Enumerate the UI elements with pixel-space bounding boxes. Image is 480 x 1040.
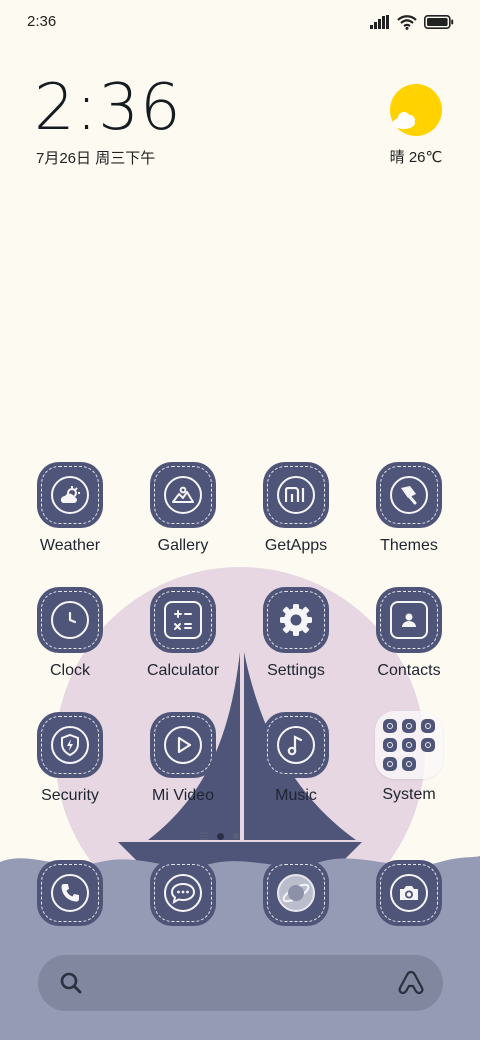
contacts-book-icon xyxy=(390,601,428,639)
app-label: Themes xyxy=(380,537,438,554)
folder-tile xyxy=(375,711,443,779)
page-dot-active xyxy=(217,832,224,840)
mini-app-icon xyxy=(421,719,435,733)
app-icon-tile xyxy=(37,587,103,653)
sunny-cloud-icon xyxy=(390,84,442,136)
mi-logo-icon xyxy=(277,476,315,514)
gear-icon xyxy=(277,601,315,639)
app-label: Calculator xyxy=(146,662,220,679)
clock-widget-time[interactable]: 2:36 xyxy=(34,76,182,140)
app-settings[interactable]: Settings xyxy=(240,587,352,687)
camera-icon xyxy=(390,874,428,912)
dock-browser[interactable] xyxy=(240,860,352,926)
app-icon-tile xyxy=(376,860,442,926)
app-weather[interactable]: Weather xyxy=(14,462,126,562)
app-icon-tile xyxy=(37,860,103,926)
app-gallery[interactable]: Gallery xyxy=(127,462,239,562)
app-icon-tile xyxy=(150,860,216,926)
app-label: GetApps xyxy=(264,537,328,554)
app-label: Gallery xyxy=(157,537,209,554)
assistant-icon[interactable] xyxy=(397,969,425,997)
weather-summary: 晴 26℃ xyxy=(384,146,448,167)
app-clock[interactable]: Clock xyxy=(14,587,126,687)
app-drawer-lines-icon xyxy=(200,832,208,840)
planet-icon xyxy=(277,874,315,912)
mini-app-icon xyxy=(402,719,416,733)
mini-app-icon xyxy=(383,738,397,752)
app-icon-tile xyxy=(263,712,329,778)
app-label: Music xyxy=(275,787,317,804)
weather-temperature: 26℃ xyxy=(408,149,443,166)
mini-app-icon xyxy=(402,757,416,771)
app-mi-video[interactable]: Mi Video xyxy=(127,712,239,812)
app-themes[interactable]: Themes xyxy=(353,462,465,562)
signal-icon xyxy=(370,15,389,29)
status-bar: 2:36 xyxy=(0,0,480,42)
app-label: Clock xyxy=(49,662,90,679)
app-icon-tile xyxy=(263,462,329,528)
app-label: Settings xyxy=(267,662,325,679)
dock-camera[interactable] xyxy=(353,860,465,926)
gallery-icon xyxy=(164,476,202,514)
calculator-icon xyxy=(164,601,202,639)
search-icon xyxy=(60,972,82,994)
app-icon-tile xyxy=(150,462,216,528)
app-icon-tile xyxy=(150,712,216,778)
dock-messages[interactable] xyxy=(127,860,239,926)
weather-condition: 晴 xyxy=(389,149,405,166)
search-bar[interactable] xyxy=(38,955,443,1011)
app-security[interactable]: Security xyxy=(14,712,126,812)
page-dot xyxy=(233,833,239,839)
clock-widget-date[interactable]: 7月26日 周三下午 xyxy=(36,147,155,168)
weather-widget[interactable]: 晴 26℃ xyxy=(384,84,448,167)
app-music[interactable]: Music xyxy=(240,712,352,812)
page-indicator[interactable] xyxy=(200,830,250,842)
mini-app-icon xyxy=(421,738,435,752)
app-label: Contacts xyxy=(377,662,441,679)
mini-app-icon xyxy=(383,757,397,771)
app-label: Mi Video xyxy=(152,787,214,804)
app-label: System xyxy=(382,786,436,803)
phone-icon xyxy=(51,874,89,912)
mini-app-icon xyxy=(383,719,397,733)
app-icon-tile xyxy=(37,462,103,528)
app-getapps[interactable]: GetApps xyxy=(240,462,352,562)
app-icon-tile xyxy=(376,587,442,653)
battery-icon xyxy=(424,15,454,29)
status-icons xyxy=(370,13,454,31)
app-icon-tile xyxy=(150,587,216,653)
app-icon-tile xyxy=(37,712,103,778)
status-time: 2:36 xyxy=(27,13,57,30)
message-bubble-icon xyxy=(164,874,202,912)
paintbrush-icon xyxy=(390,476,428,514)
wifi-icon xyxy=(397,14,417,30)
play-icon xyxy=(164,726,202,764)
app-icon-tile xyxy=(376,462,442,528)
music-note-icon xyxy=(277,726,315,764)
app-icon-tile xyxy=(263,860,329,926)
weather-icon xyxy=(51,476,89,514)
dock-phone[interactable] xyxy=(14,860,126,926)
app-folder-system[interactable]: System xyxy=(353,711,465,811)
mini-app-icon xyxy=(402,738,416,752)
app-contacts[interactable]: Contacts xyxy=(353,587,465,687)
app-calculator[interactable]: Calculator xyxy=(127,587,239,687)
shield-icon xyxy=(51,726,89,764)
app-label: Weather xyxy=(39,537,101,554)
app-icon-tile xyxy=(263,587,329,653)
clock-icon xyxy=(51,601,89,639)
app-label: Security xyxy=(41,787,99,804)
